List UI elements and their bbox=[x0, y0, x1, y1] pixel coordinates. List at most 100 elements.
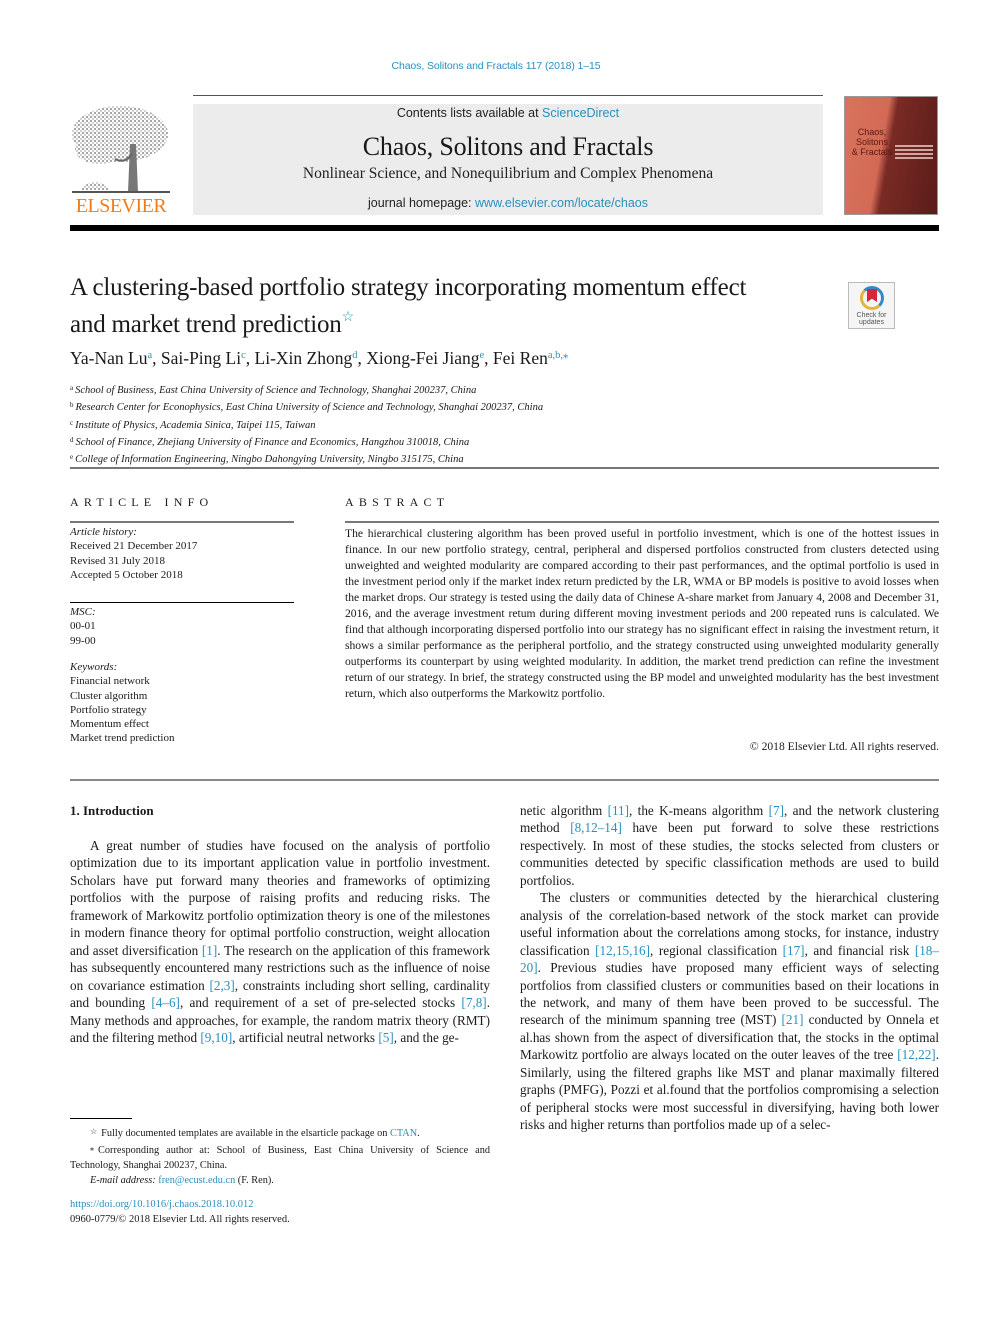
author-list: Ya-Nan Lua, Sai-Ping Lic, Li-Xin Zhongd,… bbox=[70, 348, 930, 369]
paragraph-text: , and the ge- bbox=[393, 1029, 459, 1045]
citation-link[interactable]: [9,10] bbox=[200, 1030, 232, 1045]
check-updates-label-line-1: Check for bbox=[856, 312, 887, 319]
footnote-star-mark: ☆ bbox=[90, 1127, 98, 1136]
citation-link[interactable]: [2,3] bbox=[209, 978, 234, 993]
author-separator: , bbox=[484, 348, 493, 368]
msc-code: 00-01 bbox=[70, 620, 96, 633]
article-title-line-2-text: and market trend prediction bbox=[70, 311, 342, 338]
footnote-corresponding-author: ⁎ Corresponding author at: School of Busi… bbox=[70, 1141, 490, 1173]
footnote-email: E-mail address: fren@ecust.edu.cn (F. Re… bbox=[70, 1173, 490, 1188]
elsevier-wordmark: ELSEVIER bbox=[75, 195, 167, 217]
citation-link[interactable]: [4–6] bbox=[151, 995, 180, 1010]
affiliation-text: School of Finance, Zhejiang University o… bbox=[75, 436, 470, 448]
article-info-divider bbox=[70, 602, 294, 603]
keywords-label: Keywords: bbox=[70, 661, 118, 673]
body-column-right: netic algorithm [11], the K-means algori… bbox=[520, 802, 939, 1134]
doi-block: https://doi.org/10.1016/j.chaos.2018.10.… bbox=[70, 1197, 490, 1227]
author-name[interactable]: Sai-Ping Li bbox=[161, 348, 241, 368]
email-suffix: (F. Ren). bbox=[235, 1175, 274, 1186]
check-for-updates-badge[interactable]: Check for updates bbox=[848, 282, 895, 329]
citation-link[interactable]: [7,8] bbox=[461, 995, 486, 1010]
citation-link[interactable]: [12,15,16] bbox=[595, 943, 650, 958]
footnotes: ☆ Fully documented templates are availabl… bbox=[70, 1124, 490, 1188]
corresponding-author-text: Corresponding author at: School of Busin… bbox=[70, 1145, 490, 1171]
history-received: Received 21 December 2017 bbox=[70, 540, 198, 553]
citation-link[interactable]: [1] bbox=[202, 943, 217, 958]
article-history: Article history: Received 21 December 20… bbox=[70, 525, 300, 582]
citation-link[interactable]: [17] bbox=[783, 943, 805, 958]
intro-paragraph-1-continued: netic algorithm [11], the K-means algori… bbox=[520, 802, 939, 889]
journal-subtitle: Nonlinear Science, and Nonequilibrium an… bbox=[302, 165, 714, 182]
affiliation-key: d bbox=[70, 435, 74, 444]
abstract-copyright: © 2018 Elsevier Ltd. All rights reserved… bbox=[749, 740, 939, 753]
history-revised: Revised 31 July 2018 bbox=[70, 554, 166, 567]
journal-title: Chaos, Solitons and Fractals bbox=[362, 132, 654, 161]
keyword-item: Financial network bbox=[70, 675, 150, 688]
masthead-top-rule bbox=[193, 95, 823, 96]
msc-label: MSC: bbox=[70, 606, 96, 618]
email-label: E-mail address: bbox=[90, 1175, 159, 1186]
author-name[interactable]: Xiong-Fei Jiang bbox=[366, 348, 479, 368]
article-title-line-1: A clustering-based portfolio strategy in… bbox=[70, 274, 747, 301]
affiliation-list: a School of Business, East China Universi… bbox=[70, 381, 930, 467]
citation-link[interactable]: [11] bbox=[608, 803, 629, 818]
msc-codes: MSC: 00-01 99-00 bbox=[70, 605, 300, 648]
affiliation-key: c bbox=[70, 418, 74, 427]
issn-copyright-line: 0960-0779/© 2018 Elsevier Ltd. All right… bbox=[70, 1214, 290, 1225]
abstract-divider bbox=[70, 779, 939, 781]
footnote-asterisk-mark: ⁎ bbox=[90, 1144, 94, 1153]
journal-cover-thumbnail[interactable]: Chaos, Solitons & Fractals bbox=[844, 96, 938, 215]
affiliation-item: d School of Finance, Zhejiang University … bbox=[70, 433, 930, 450]
footnote-template-end: . bbox=[417, 1128, 420, 1139]
affiliation-text: Research Center for Econophysics, East C… bbox=[75, 402, 544, 414]
paragraph-text: , and requirement of a set of pre-select… bbox=[179, 995, 462, 1011]
email-link[interactable]: fren@ecust.edu.cn bbox=[158, 1175, 235, 1186]
author-name[interactable]: Ya-Nan Lu bbox=[70, 348, 147, 368]
keyword-item: Market trend prediction bbox=[70, 732, 175, 745]
cover-title-line: Chaos, bbox=[857, 127, 887, 137]
check-for-updates-label: Check for updates bbox=[849, 312, 894, 326]
paragraph-text: netic algorithm bbox=[520, 803, 608, 818]
homepage-prefix: journal homepage: bbox=[367, 196, 476, 210]
cover-subtitle-lines bbox=[895, 145, 933, 161]
history-accepted: Accepted 5 October 2018 bbox=[70, 568, 183, 581]
citation-link[interactable]: [12,22] bbox=[897, 1047, 935, 1062]
paragraph-text: , regional classification bbox=[650, 942, 783, 958]
citation-link[interactable]: [7] bbox=[769, 803, 784, 818]
footnote-rule bbox=[70, 1118, 132, 1119]
abstract-rule bbox=[345, 521, 939, 523]
doi-link[interactable]: https://doi.org/10.1016/j.chaos.2018.10.… bbox=[70, 1197, 490, 1212]
cover-title-line: Solitons bbox=[855, 137, 889, 147]
elsevier-tree-icon bbox=[72, 106, 170, 193]
article-title-line-2: and market trend prediction☆ bbox=[70, 303, 830, 340]
journal-homepage-link[interactable]: www.elsevier.com/locate/chaos bbox=[475, 196, 648, 210]
citation-link[interactable]: [5] bbox=[378, 1030, 393, 1045]
paragraph-text: , the K-means algorithm bbox=[629, 803, 769, 818]
journal-homepage-line: journal homepage: www.elsevier.com/locat… bbox=[193, 196, 823, 210]
affiliation-item: c Institute of Physics, Academia Sinica, … bbox=[70, 416, 930, 433]
citation-link[interactable]: [8,12–14] bbox=[570, 820, 622, 835]
section-heading-introduction: 1. Introduction bbox=[70, 803, 154, 818]
paragraph-text: A great number of studies have focused o… bbox=[70, 838, 490, 958]
affiliation-key: b bbox=[70, 401, 74, 410]
article-title: A clustering-based portfolio strategy in… bbox=[70, 273, 830, 340]
author-separator: , bbox=[357, 348, 367, 368]
affiliation-item: e College of Information Engineering, Nin… bbox=[70, 450, 930, 467]
footnote-template-text: Fully documented templates are available… bbox=[101, 1128, 390, 1139]
masthead-bottom-rule bbox=[70, 225, 939, 231]
affiliation-key: a bbox=[70, 384, 74, 392]
author-affiliation-marker[interactable]: a,b,⁎ bbox=[548, 350, 568, 361]
intro-paragraph-1: A great number of studies have focused o… bbox=[70, 837, 490, 1046]
citation-link[interactable]: [21] bbox=[782, 1012, 804, 1027]
paragraph-text: , and financial risk bbox=[804, 942, 915, 958]
affiliation-item: b Research Center for Econophysics, East … bbox=[70, 398, 930, 415]
msc-code: 99-00 bbox=[70, 634, 96, 647]
author-name[interactable]: Fei Ren bbox=[493, 348, 548, 368]
abstract-text: The hierarchical clustering algorithm ha… bbox=[345, 527, 939, 700]
sciencedirect-link[interactable]: ScienceDirect bbox=[542, 106, 619, 120]
title-footnote-star-link[interactable]: ☆ bbox=[342, 310, 355, 325]
keyword-item: Cluster algorithm bbox=[70, 689, 148, 702]
ctan-link[interactable]: CTAN bbox=[390, 1128, 417, 1139]
author-name[interactable]: Li-Xin Zhong bbox=[255, 348, 353, 368]
running-head-citation[interactable]: Chaos, Solitons and Fractals 117 (2018) … bbox=[0, 60, 992, 72]
